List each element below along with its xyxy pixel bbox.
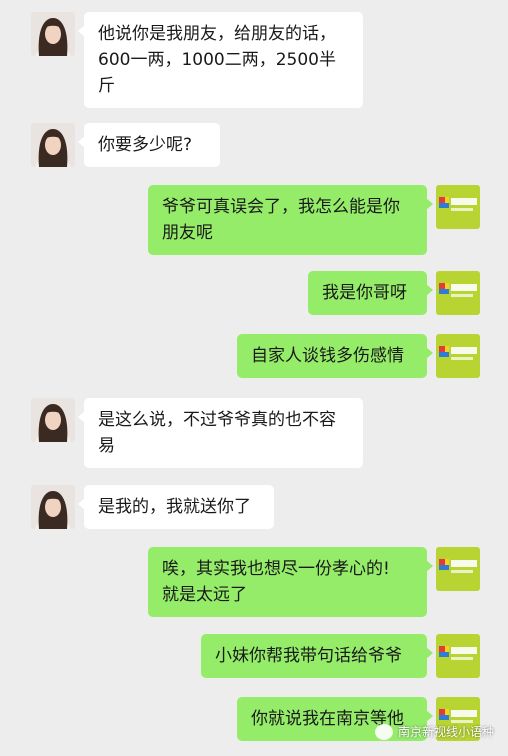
self-avatar[interactable] — [436, 185, 480, 229]
watermark: 南京新视线小语种 — [374, 723, 494, 740]
contact-avatar[interactable] — [31, 12, 75, 56]
sent-message-bubble[interactable]: 爷爷可真误会了，我怎么能是你 朋友呢 — [148, 185, 433, 255]
sent-message-bubble[interactable]: 唉，其实我也想尽一份孝心的! 就是太远了 — [148, 547, 433, 617]
sent-message-bubble[interactable]: 我是你哥呀 — [308, 271, 433, 315]
self-avatar[interactable] — [436, 547, 480, 591]
self-avatar[interactable] — [436, 334, 480, 378]
contact-avatar[interactable] — [31, 398, 75, 442]
wechat-official-icon — [374, 723, 393, 740]
received-message-bubble[interactable]: 你要多少呢? — [78, 123, 220, 167]
sent-message-bubble[interactable]: 自家人谈钱多伤感情 — [237, 334, 433, 378]
received-message-bubble[interactable]: 是我的，我就送你了 — [78, 485, 274, 529]
contact-avatar[interactable] — [31, 485, 75, 529]
received-message-bubble[interactable]: 是这么说，不过爷爷真的也不容 易 — [78, 398, 363, 468]
contact-avatar[interactable] — [31, 123, 75, 167]
self-avatar[interactable] — [436, 634, 480, 678]
sent-message-bubble[interactable]: 小妹你帮我带句话给爷爷 — [201, 634, 433, 678]
watermark-text: 南京新视线小语种 — [397, 725, 494, 739]
received-message-bubble[interactable]: 他说你是我朋友，给朋友的话， 600一两，1000二两，2500半 斤 — [78, 12, 363, 108]
self-avatar[interactable] — [436, 271, 480, 315]
